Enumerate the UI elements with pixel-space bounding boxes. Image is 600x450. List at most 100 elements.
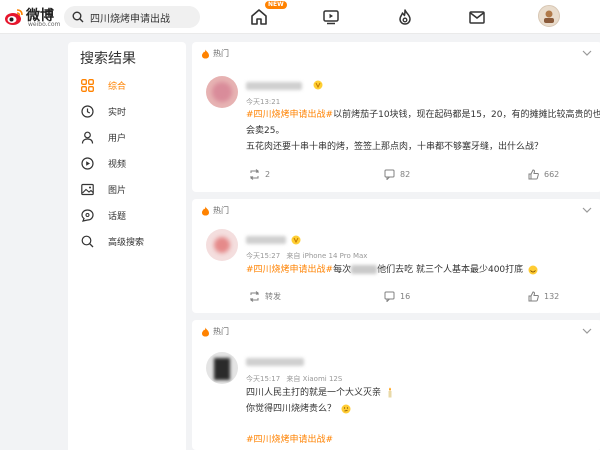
video-icon [80,156,94,170]
comment-button[interactable]: 16 [384,291,410,302]
avatar-icon [544,10,554,23]
topic-hashtag-link[interactable]: #四川烧烤申请出战# [246,265,333,275]
sidebar-item-advanced-search[interactable]: 高级搜索 [80,231,180,251]
vip-badge-icon [313,80,323,93]
like-button[interactable]: 662 [528,169,559,180]
hot-flame-icon [202,327,209,336]
repost-button[interactable]: 转发 [249,291,281,302]
tv-icon [323,10,339,25]
sidebar-item-videos[interactable]: 视频 [80,153,180,173]
thinking-emoji-icon [341,404,351,413]
topic-hashtag-link[interactable]: #四川烧烤申请出战# [246,110,333,120]
topic-icon [80,208,94,222]
chevron-down-icon[interactable] [582,328,592,334]
sidebar-item-comprehensive[interactable]: 综合 [80,75,180,95]
video-nav-button[interactable] [320,6,342,28]
post-text-line-1: #四川烧烤申请出战#以前烤茄子10块钱，现在起码都是15，20，有的摊摊比较高贵… [246,108,600,123]
new-badge: NEW [265,1,287,9]
sidebar-item-label: 视频 [108,159,127,170]
comment-button[interactable]: 82 [384,169,410,180]
home-nav-button[interactable] [248,6,270,28]
author-name[interactable] [246,236,286,244]
clock-icon [80,104,94,118]
author-avatar[interactable] [206,352,238,384]
post-actions: 2 82 662 [192,169,600,183]
sidebar-item-label: 综合 [108,81,127,92]
chevron-down-icon[interactable] [582,207,592,213]
hot-nav-button[interactable] [394,6,416,28]
sidebar-item-realtime[interactable]: 实时 [80,101,180,121]
post-text: 每次 [333,265,352,275]
sidebar-item-label: 高级搜索 [108,237,145,248]
post-source: 来自 iPhone 14 Pro Max [286,252,368,260]
author-name[interactable] [246,82,302,90]
sidebar-item-images[interactable]: 图片 [80,179,180,199]
hot-tag: 热门 [201,326,229,337]
comment-count: 82 [400,170,411,179]
hot-flame-icon [202,206,209,215]
hot-label: 热门 [213,49,229,58]
comment-count: 16 [400,292,411,301]
post-actions: 转发 16 132 [192,291,600,305]
search-icon [72,11,84,23]
like-button[interactable]: 132 [528,291,559,302]
home-icon [251,9,267,25]
post-text-line-3: 五花肉还要十串十串的烤，签签上那点肉，十串都不够塞牙缝，出什么战？ [246,142,544,152]
grid-icon [80,78,94,92]
sidebar-item-label: 用户 [108,133,127,144]
post-time[interactable]: 今天13:21 [246,97,280,107]
hot-label: 热门 [213,327,229,336]
post-time[interactable]: 今天15:27 [246,252,280,260]
messages-nav-button[interactable] [466,6,488,28]
post-meta: 今天15:17 来自 Xiaomi 12S [246,374,342,384]
post-source: 来自 Xiaomi 12S [286,375,343,383]
redacted-mention [351,265,378,274]
comment-icon [384,291,395,302]
brand-domain: weibo.com [28,21,61,28]
repost-icon [250,169,259,180]
post-text: 四川人民主打的就是一个大义灭亲 [246,388,382,398]
hot-label: 热门 [213,206,229,215]
search-box[interactable]: 四川烧烤申请出战 [64,6,200,28]
chevron-down-icon[interactable] [582,50,592,56]
post-time[interactable]: 今天15:17 [246,375,280,383]
repost-button[interactable]: 2 [249,169,270,180]
topic-hashtag-link[interactable]: #四川烧烤申请出战# [246,435,333,445]
hot-tag: 热门 [201,205,229,216]
repost-label: 转发 [265,292,281,301]
post-card: 热门 今天13:21 #四川烧烤申请出战#以前烤茄子10块钱，现在起码都是15，… [192,42,600,192]
hot-tag: 热门 [201,48,229,59]
search-icon [80,234,94,248]
flame-icon [399,9,411,25]
sidebar-item-label: 话题 [108,211,127,222]
user-icon [80,130,94,144]
author-name[interactable] [246,358,304,366]
post-card: 热门 今天15:27 来自 iPhone 14 Pro Max #四川烧烤申请出… [192,199,600,313]
post-text: 他们去吃 就三个人基本最少400打底 [377,265,524,275]
mail-icon [469,11,485,24]
comment-icon [384,169,395,180]
sidebar-item-topics[interactable]: 话题 [80,205,180,225]
like-count: 662 [544,170,560,179]
user-avatar[interactable] [538,5,560,27]
hot-flame-icon [202,49,209,58]
like-count: 132 [544,292,560,301]
sidebar-item-label: 实时 [108,107,127,118]
search-input[interactable]: 四川烧烤申请出战 [90,10,170,25]
thumbs-up-icon [528,291,539,302]
weibo-logo[interactable]: 微博 weibo.com [4,5,64,31]
vip-badge-icon [291,235,301,248]
author-avatar[interactable] [206,229,238,261]
post-text: 以前烤茄子10块钱，现在起码都是15，20，有的摊摊比较高贵的也 [333,110,600,120]
post-text-line-2: 你觉得四川烧烤贵么？ [246,402,351,417]
post-text: 你觉得四川烧烤贵么？ [246,404,337,414]
post-meta: 今天15:27 来自 iPhone 14 Pro Max [246,251,367,261]
post-text-line-2: 会卖25。 [246,126,285,136]
sidebar-item-users[interactable]: 用户 [80,127,180,147]
candle-emoji-icon [388,387,392,398]
thumbs-up-icon [528,169,539,180]
repost-count: 2 [265,170,271,179]
post-text-line-1: 四川人民主打的就是一个大义灭亲 [246,386,394,401]
author-avatar[interactable] [206,76,238,108]
post-card: 热门 今天15:17 来自 Xiaomi 12S 四川人民主打的就是一个大义灭亲… [192,320,600,450]
